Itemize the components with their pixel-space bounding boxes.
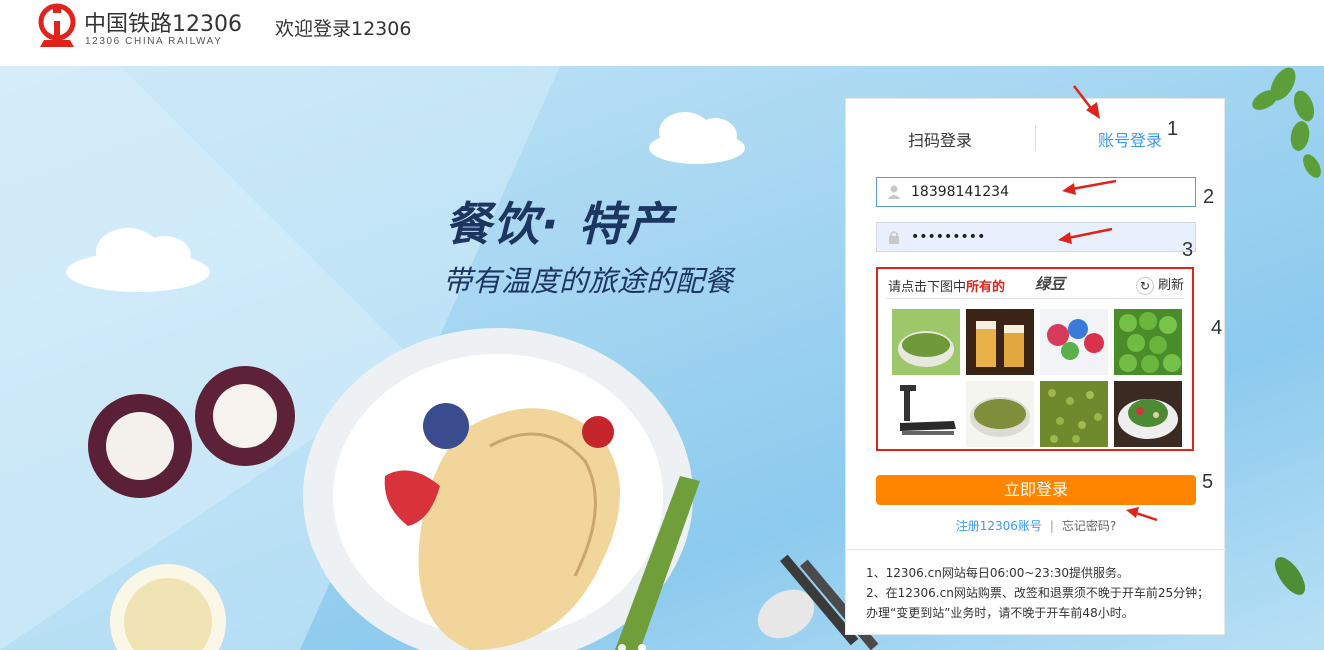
register-link[interactable]: 注册12306账号 — [956, 519, 1042, 533]
captcha-image-mung-beans-bowl[interactable] — [892, 309, 960, 375]
login-panel: 扫码登录 账号登录 请点击下图中所有的 绿豆 ↻刷新 — [845, 98, 1226, 635]
railway-logo-icon[interactable] — [36, 3, 78, 49]
captcha-image-green-peas[interactable] — [1114, 309, 1182, 375]
lock-icon — [889, 231, 899, 244]
tab-divider — [1035, 125, 1036, 151]
site-header: 中国铁路12306 12306 CHINA RAILWAY 欢迎登录12306 — [0, 0, 1324, 66]
tab-account-login[interactable]: 账号登录 — [1098, 127, 1162, 151]
annotation-marker-4: 4 — [1211, 317, 1223, 339]
password-input[interactable] — [911, 227, 1181, 247]
captcha-image-treadmill[interactable] — [892, 381, 960, 447]
forgot-password-link[interactable]: 忘记密码? — [1062, 519, 1116, 533]
notice-divider — [846, 549, 1226, 550]
annotation-marker-1: 1 — [1167, 118, 1179, 140]
captcha-refresh-label: 刷新 — [1157, 278, 1184, 293]
password-field[interactable] — [876, 222, 1196, 252]
captcha-refresh-button[interactable]: ↻ 刷新 — [1135, 274, 1184, 295]
promo-title: 餐饮· 特产 — [445, 197, 675, 251]
captcha-prompt-highlight: 所有的 — [966, 280, 1006, 295]
captcha-box: 请点击下图中所有的 绿豆 ↻ 刷新 — [876, 267, 1194, 451]
service-notice: 1、12306.cn网站每日06:00~23:30提供服务。 2、在12306.… — [866, 563, 1211, 623]
notice-item: 2、在12306.cn网站购票、改签和退票须不晚于开车前25分钟；办理“变更到站… — [866, 586, 1210, 620]
captcha-image-mung-beans-pile[interactable] — [1040, 381, 1108, 447]
tab-qr-login[interactable]: 扫码登录 — [908, 127, 972, 151]
username-field[interactable] — [876, 177, 1196, 207]
username-input[interactable] — [911, 182, 1181, 202]
user-icon — [887, 185, 901, 199]
captcha-image-mung-beans-plate[interactable] — [966, 381, 1034, 447]
promo-subtitle: 带有温度的旅途的配餐 — [443, 264, 734, 298]
account-links: 注册12306账号 | 忘记密码? — [846, 517, 1226, 534]
refresh-icon: ↻ — [1135, 276, 1154, 295]
annotation-marker-5: 5 — [1202, 471, 1214, 493]
captcha-image-salad-dish[interactable] — [1114, 381, 1182, 447]
captcha-image-beer-glasses[interactable] — [966, 309, 1034, 375]
captcha-prompt-text: 请点击下图中 — [888, 280, 967, 295]
captcha-image-candy-lollipops[interactable] — [1040, 309, 1108, 375]
captcha-target-word: 绿豆 — [1035, 275, 1066, 293]
captcha-prompt: 请点击下图中所有的 — [888, 276, 1005, 295]
link-separator: | — [1049, 519, 1054, 533]
captcha-image-grid — [892, 309, 1184, 447]
annotation-marker-2: 2 — [1203, 186, 1215, 208]
captcha-divider — [886, 298, 1184, 299]
annotation-marker-3: 3 — [1182, 239, 1194, 261]
login-button[interactable]: 立即登录 — [876, 475, 1196, 505]
notice-item: 1、12306.cn网站每日06:00~23:30提供服务。 — [866, 566, 1130, 580]
logo-title[interactable]: 中国铁路12306 — [84, 6, 242, 38]
logo-subtitle: 12306 CHINA RAILWAY — [85, 36, 223, 47]
page-title: 欢迎登录12306 — [275, 18, 412, 40]
